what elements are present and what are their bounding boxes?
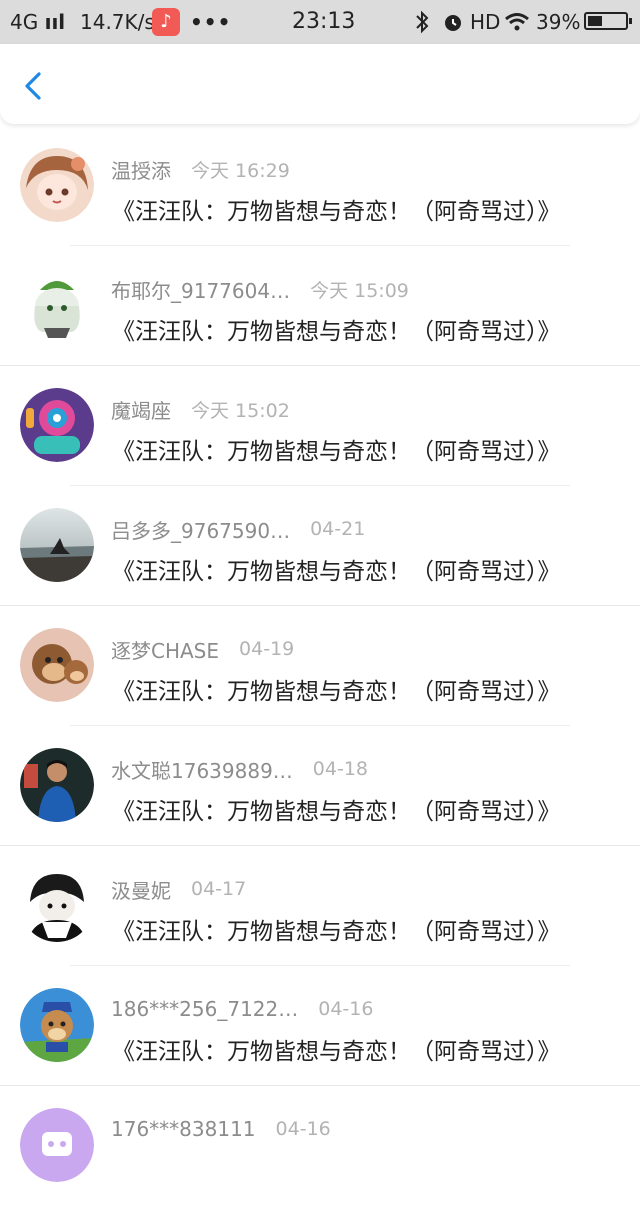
avatar[interactable] [20, 508, 94, 582]
item-title[interactable]: 《汪汪队：万物皆想与奇恋！（阿奇骂过）》 [112, 1032, 561, 1066]
timestamp: 04-18 [312, 758, 369, 780]
alarm-icon [442, 10, 464, 39]
timestamp: 04-16 [318, 998, 374, 1020]
battery-icon [584, 12, 632, 30]
list-item[interactable]: 176***838111 04-16 [0, 1086, 640, 1206]
battery-percent: 39% [536, 10, 581, 34]
status-bar: 4G ııl 14.7K/s ♪ ••• 23:13 HD 39% [0, 0, 640, 44]
list-item[interactable]: 逐梦CHASE 04-19 《汪汪队：万物皆想与奇恋！（阿奇骂过）》 [0, 606, 640, 726]
clock: 23:13 [292, 9, 356, 34]
avatar[interactable] [20, 628, 94, 702]
avatar[interactable] [20, 268, 94, 342]
item-title[interactable]: 《汪汪队：万物皆想与奇恋！（阿奇骂过）》 [112, 672, 561, 706]
comment-list: 温授添 今天 16:29 《汪汪队：万物皆想与奇恋！（阿奇骂过）》 布耶尔_91776… [0, 126, 640, 1206]
item-meta: 176***838111 04-16 [111, 1114, 331, 1144]
user-name[interactable]: 温授添 [111, 155, 171, 184]
network-indicator: 4G ııl [10, 10, 65, 34]
user-name[interactable]: 176***838111 [111, 1117, 256, 1141]
timestamp: 今天 16:29 [191, 159, 290, 182]
network-speed: 14.7K/s [80, 10, 155, 34]
item-meta: 温授添 今天 16:29 [111, 154, 290, 184]
timestamp: 04-16 [275, 1118, 331, 1140]
item-meta: 逐梦CHASE 04-19 [111, 634, 294, 664]
item-meta: 魔竭座 今天 15:02 [111, 394, 290, 424]
item-title[interactable]: 《汪汪队：万物皆想与奇恋！（阿奇骂过）》 [112, 312, 561, 346]
item-title[interactable]: 《汪汪队：万物皆想与奇恋！（阿奇骂过）》 [112, 432, 561, 466]
top-bar [0, 44, 640, 124]
list-item[interactable]: 水文聪17639889… 04-18 《汪汪队：万物皆想与奇恋！（阿奇骂过）》 [0, 726, 640, 846]
more-notifications-icon: ••• [190, 10, 232, 34]
item-meta: 布耶尔_9177604… 今天 15:09 [111, 274, 409, 304]
item-meta: 汲曼妮 04-17 [111, 874, 246, 904]
item-meta: 水文聪17639889… 04-18 [111, 754, 368, 784]
back-button[interactable] [18, 70, 50, 102]
battery-fill [588, 16, 602, 26]
user-name[interactable]: 逐梦CHASE [111, 635, 219, 664]
timestamp: 04-21 [310, 518, 366, 540]
timestamp: 今天 15:09 [310, 279, 409, 302]
avatar[interactable] [20, 988, 94, 1062]
hd-voice-icon: HD [470, 10, 501, 34]
timestamp: 04-19 [239, 638, 295, 660]
list-item[interactable]: 布耶尔_9177604… 今天 15:09 《汪汪队：万物皆想与奇恋！（阿奇骂过）》 [0, 246, 640, 366]
user-name[interactable]: 水文聪17639889… [111, 755, 293, 784]
network-type: 4G [10, 10, 39, 34]
list-item[interactable]: 温授添 今天 16:29 《汪汪队：万物皆想与奇恋！（阿奇骂过）》 [0, 126, 640, 246]
user-name[interactable]: 汲曼妮 [111, 875, 171, 904]
item-title[interactable]: 《汪汪队：万物皆想与奇恋！（阿奇骂过）》 [112, 192, 561, 226]
timestamp: 04-17 [191, 878, 247, 900]
avatar[interactable] [20, 748, 94, 822]
user-name[interactable]: 186***256_7122… [111, 997, 298, 1021]
list-item[interactable]: 魔竭座 今天 15:02 《汪汪队：万物皆想与奇恋！（阿奇骂过）》 [0, 366, 640, 486]
user-name[interactable]: 吕多多_9767590… [111, 515, 290, 544]
avatar[interactable] [20, 1108, 94, 1182]
signal-icon: ııl [44, 10, 66, 34]
list-item[interactable]: 汲曼妮 04-17 《汪汪队：万物皆想与奇恋！（阿奇骂过）》 [0, 846, 640, 966]
avatar[interactable] [20, 148, 94, 222]
avatar[interactable] [20, 868, 94, 942]
item-meta: 吕多多_9767590… 04-21 [111, 514, 365, 544]
music-app-icon: ♪ [152, 8, 180, 36]
item-title[interactable]: 《汪汪队：万物皆想与奇恋！（阿奇骂过）》 [112, 792, 561, 826]
bluetooth-icon [414, 10, 430, 39]
item-title[interactable]: 《汪汪队：万物皆想与奇恋！（阿奇骂过）》 [112, 912, 561, 946]
chevron-left-icon [25, 72, 41, 100]
list-item[interactable]: 吕多多_9767590… 04-21 《汪汪队：万物皆想与奇恋！（阿奇骂过）》 [0, 486, 640, 606]
user-name[interactable]: 魔竭座 [111, 395, 171, 424]
list-item[interactable]: 186***256_7122… 04-16 《汪汪队：万物皆想与奇恋！（阿奇骂过）》 [0, 966, 640, 1086]
item-meta: 186***256_7122… 04-16 [111, 994, 373, 1024]
wifi-icon [504, 10, 530, 39]
user-name[interactable]: 布耶尔_9177604… [111, 275, 290, 304]
item-title[interactable]: 《汪汪队：万物皆想与奇恋！（阿奇骂过）》 [112, 552, 561, 586]
avatar[interactable] [20, 388, 94, 462]
timestamp: 今天 15:02 [191, 399, 290, 422]
